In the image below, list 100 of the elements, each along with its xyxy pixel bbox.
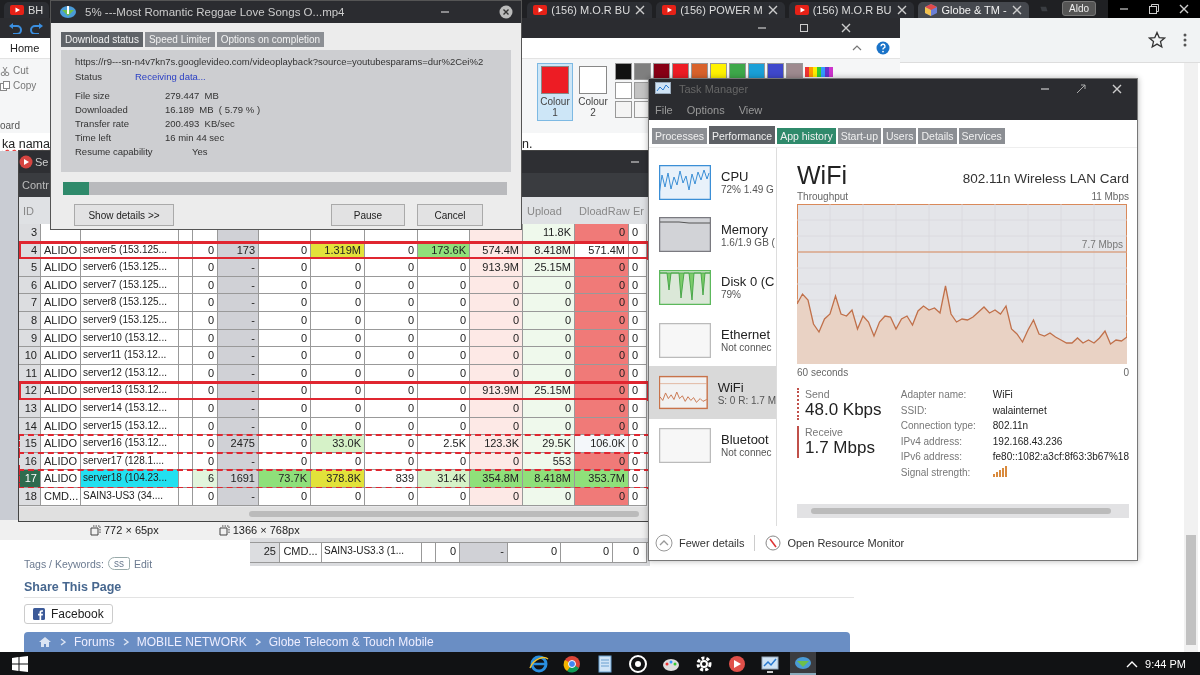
edit-link[interactable]: Edit [133,557,153,570]
facebook-button[interactable]: Facebook [24,604,113,624]
table-cell: 0 [311,259,365,277]
dialog-tab[interactable]: Speed Limiter [144,32,215,47]
redo-icon[interactable] [30,22,44,34]
field-label: Time left [75,132,113,144]
resource-item[interactable]: Memory 1.6/1.9 GB ( [649,208,776,262]
browser-tab[interactable]: BH [4,2,50,18]
maximize-icon[interactable] [798,22,810,34]
table-cell: 8.418M [523,470,575,488]
collapse-icon[interactable] [852,45,862,51]
close-icon[interactable] [840,22,852,34]
graph-label: Throughput [797,191,849,202]
tab[interactable]: Services [958,128,1005,144]
scrollbar-thumb[interactable] [249,511,639,517]
breadcrumb-link[interactable]: Forums [74,635,115,649]
table-cell: 0 [311,487,365,506]
browser-tab[interactable]: (156) M.O.R BU [527,2,653,18]
palette-swatch[interactable] [615,101,632,118]
palette-swatch[interactable] [634,63,651,80]
resource-item[interactable]: WiFi S: 0 R: 1.7 M [649,366,776,419]
menu-item[interactable]: View [738,103,763,116]
star-icon[interactable] [1148,31,1166,49]
table-cell: 0 [193,241,218,260]
dialog-button[interactable]: Show details >> [74,204,174,226]
edit-colours-icon[interactable] [805,64,833,79]
fewer-details-link[interactable]: Fewer details [655,534,745,552]
colour-slot[interactable]: Colour 2 [575,63,611,121]
scrollbar[interactable] [797,504,1129,518]
undo-icon[interactable] [8,22,22,34]
breadcrumb-link[interactable]: Globe Telecom & Touch Mobile [268,635,434,649]
tab[interactable]: Start-up [837,128,882,144]
start-icon[interactable] [12,655,28,672]
axis-label: 11 Mbps [1091,191,1129,202]
close-icon[interactable] [1178,3,1190,15]
help-icon[interactable] [876,41,890,55]
target-icon[interactable] [628,653,648,674]
browser-tab[interactable]: (156) POWER M [656,2,785,18]
table-cell: 0 [259,241,311,260]
home-icon[interactable] [38,636,52,648]
browser-circle-icon[interactable] [562,653,582,674]
tab[interactable]: Performance [709,126,776,144]
table-cell: 0 [311,382,365,400]
table-cell: 17 [19,470,41,488]
close-icon[interactable] [499,5,513,19]
monitor-chart-icon[interactable] [760,653,780,674]
stat-label: Receive [805,426,844,438]
play-icon[interactable] [727,653,747,674]
scrollbar[interactable] [19,507,649,521]
breadcrumb-link[interactable]: MOBILE NETWORK [136,635,247,649]
dialog-tab[interactable]: Options on completion [216,32,325,47]
tab[interactable]: Users [883,128,917,144]
menu-item[interactable]: Options [686,103,725,116]
tab[interactable]: Details [918,128,957,144]
scrollbar-thumb[interactable] [811,508,1111,514]
ribbon-tab[interactable]: Home [10,42,40,54]
resource-item[interactable]: CPU 72% 1.49 G [649,156,776,209]
resource-monitor-link[interactable]: Open Resource Monitor [765,535,905,551]
menu-item[interactable]: File [655,103,673,116]
restore-icon[interactable] [1148,3,1160,15]
close-icon[interactable] [1010,4,1023,16]
canvas-size-icon [218,524,230,536]
palette-swatch[interactable] [615,82,632,99]
browser-e-icon[interactable] [529,653,549,674]
close-icon[interactable] [766,4,779,16]
tab[interactable]: Processes [652,128,708,144]
scrollbar-thumb[interactable] [1186,535,1196,645]
property-label: Signal strength: [900,465,972,480]
dialog-tab[interactable]: Download status [61,32,143,47]
field-value: Yes [191,146,209,158]
clipboard-button[interactable]: Copy [0,80,50,91]
table-cell: ALIDO [41,241,81,260]
browser-tab[interactable]: (156) M.O.R BU [788,2,914,18]
resource-item[interactable]: Disk 0 (C 79% [649,261,776,314]
resource-item[interactable]: Bluetoot Not connec [649,418,776,472]
table-cell: - [218,259,259,277]
close-icon[interactable] [1111,83,1123,95]
notepad-icon[interactable] [595,653,615,674]
menu-icon[interactable] [1182,32,1188,48]
clock[interactable]: 9:44 PM [1145,657,1186,670]
colour-slot[interactable]: Colour 1 [537,63,573,121]
chevron-icon [60,638,66,646]
profile-button[interactable]: Aldo [1062,1,1096,16]
table-cell: 0 [613,543,647,563]
table-cell: CMD... [41,487,81,506]
close-icon[interactable] [895,4,908,16]
scrollbar[interactable] [1184,63,1198,652]
window-title: Se [35,156,49,168]
palette-swatch[interactable] [615,63,632,80]
dialog-button[interactable]: Cancel [417,204,483,226]
expand-icon[interactable] [1075,83,1087,95]
browser-tab[interactable]: Globe & TM - [917,2,1029,18]
taskbar-button[interactable] [790,652,816,675]
clipboard-button[interactable]: Cut [0,65,50,76]
close-icon[interactable] [634,4,647,16]
dialog-button[interactable]: Pause [331,204,405,226]
tab[interactable]: App history [777,128,836,144]
chevron-up-icon[interactable] [1126,659,1139,668]
resource-item[interactable]: Ethernet Not connec [649,313,776,367]
table-cell: - [218,294,259,312]
